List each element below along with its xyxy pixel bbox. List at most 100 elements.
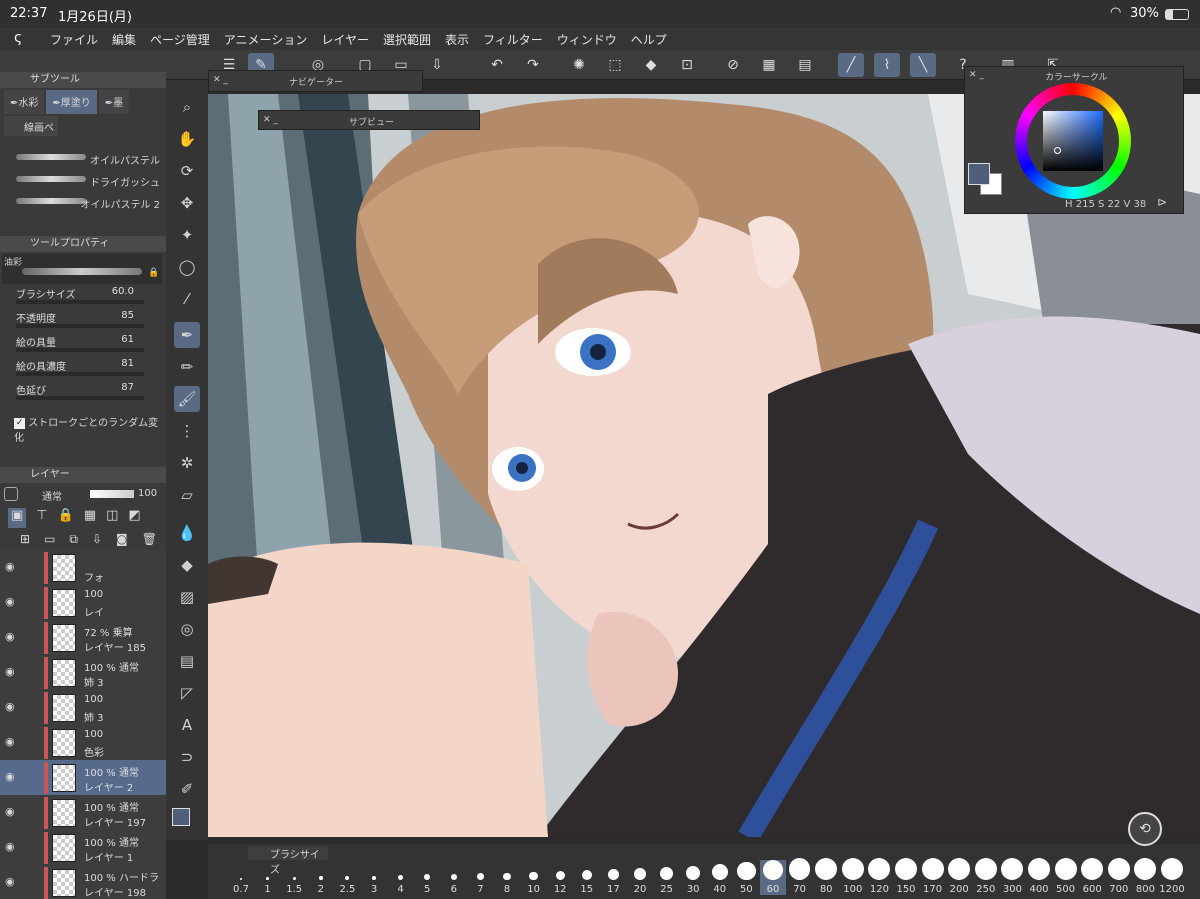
brush-size-option[interactable]: 80 [813, 858, 839, 895]
eraser-icon[interactable]: ▱ [174, 482, 200, 508]
menu-item[interactable]: ページ管理 [150, 31, 210, 48]
tab-impasto[interactable]: ✒厚塗り [46, 90, 97, 114]
eye-icon[interactable]: ◉ [5, 770, 15, 783]
menu-item[interactable]: レイヤー [321, 31, 369, 48]
deselect-icon[interactable]: ⊘ [720, 53, 746, 77]
fill-icon[interactable]: ◆ [638, 53, 664, 77]
main-color-swatch[interactable] [968, 163, 990, 185]
brush-size-option[interactable]: 400 [1026, 858, 1052, 895]
delete-icon[interactable]: 🗑 [142, 532, 157, 548]
eye-icon[interactable]: ◉ [5, 735, 15, 748]
move-icon[interactable]: ✥ [174, 190, 200, 216]
eye-icon[interactable]: ◉ [5, 665, 15, 678]
brush-size-option[interactable]: 6 [441, 873, 467, 895]
invert-selection-icon[interactable]: ▦ [756, 53, 782, 77]
layer-row[interactable]: ◉ 100 % 通常 レイヤー 197 [0, 795, 166, 831]
tab-ink[interactable]: ✒墨 [98, 90, 130, 114]
brush-size-option[interactable]: 8 [494, 872, 520, 895]
balloon-icon[interactable]: ⊃ [174, 744, 200, 770]
layer-row[interactable]: ◉ 100 % 通常 レイヤー 1 [0, 830, 166, 866]
brush-size-option[interactable]: 1.5 [281, 876, 307, 895]
lock-icon[interactable]: 🔒 [148, 268, 159, 278]
eye-icon[interactable]: ◉ [5, 875, 15, 888]
brush-size-option[interactable]: 250 [973, 858, 999, 895]
magic-wand-icon[interactable]: ✦ [174, 222, 200, 248]
brush-size-option[interactable]: 600 [1079, 858, 1105, 895]
tab-watercolor[interactable]: ✒水彩 [4, 90, 45, 114]
menu-item[interactable]: 選択範囲 [383, 31, 431, 48]
mask-icon[interactable]: ◫ [106, 508, 118, 528]
new-folder-icon[interactable]: ▭ [44, 532, 55, 548]
decoration-icon[interactable]: ✲ [174, 450, 200, 476]
brush-size-option[interactable]: 1200 [1159, 858, 1185, 895]
menu-item[interactable]: ヘルプ [631, 31, 667, 48]
layer-color-icon[interactable] [4, 487, 18, 501]
brush-size-option[interactable]: 1 [255, 877, 281, 895]
brush-item[interactable]: オイルパステル 2 [0, 192, 166, 214]
blend-mode-select[interactable]: 通常 [42, 488, 62, 503]
brush-size-option[interactable]: 40 [707, 863, 733, 895]
eye-icon[interactable]: ◉ [5, 700, 15, 713]
brush-size-option[interactable]: 100 [840, 858, 866, 895]
opacity-slider[interactable] [90, 490, 134, 498]
layer-row[interactable]: ◉ フォ [0, 550, 166, 586]
selection-icon[interactable]: ⬚ [602, 53, 628, 77]
layer-row[interactable]: ◉ 100 % ハードラ レイヤー 198 [0, 865, 166, 899]
brush-size-option[interactable]: 5 [414, 874, 440, 895]
mask-add-icon[interactable]: ◙ [116, 532, 128, 548]
property-slider[interactable] [16, 396, 144, 400]
layer-row[interactable]: ◉ 100 % 通常 レイヤー 2 [0, 760, 166, 796]
brush-size-option[interactable]: 0.7 [228, 877, 254, 895]
brush-size-option[interactable]: 10 [521, 871, 547, 895]
brush-size-option[interactable]: 170 [920, 858, 946, 895]
quick-access-icon[interactable]: ⟲ [1128, 812, 1162, 846]
clip-icon[interactable]: ▣ [8, 508, 27, 528]
brush-size-option[interactable]: 120 [866, 858, 892, 895]
eye-icon[interactable]: ◉ [5, 840, 15, 853]
clear-icon[interactable]: ▤ [792, 53, 818, 77]
eye-icon[interactable]: ◉ [5, 595, 15, 608]
brush-size-option[interactable]: 3 [361, 875, 387, 895]
saturation-square[interactable] [1043, 111, 1103, 171]
menu-item[interactable]: アニメーション [224, 31, 308, 48]
brush-item[interactable]: オイルパステル [0, 148, 166, 170]
brush-size-option[interactable]: 60 [760, 859, 786, 895]
brush-size-option[interactable]: 2 [308, 876, 334, 895]
property-slider[interactable] [16, 372, 144, 376]
menu-item[interactable]: 表示 [445, 31, 469, 48]
brush-size-option[interactable]: 20 [627, 868, 653, 895]
menu-item[interactable]: フィルター [483, 31, 543, 48]
hand-icon[interactable]: ✋ [174, 126, 200, 152]
eye-icon[interactable]: ◉ [5, 805, 15, 818]
brush-size-option[interactable]: 4 [388, 874, 414, 895]
brush-size-option[interactable]: 30 [680, 865, 706, 895]
frame-icon[interactable]: ▤ [174, 648, 200, 674]
text-icon[interactable]: A [174, 712, 200, 738]
brush-size-option[interactable]: 25 [654, 867, 680, 895]
close-icon[interactable]: ✕ _ [969, 70, 984, 80]
layer-row[interactable]: ◉ 100 姉 3 [0, 690, 166, 726]
layer-row[interactable]: ◉ 100 レイ [0, 585, 166, 621]
pencil-icon[interactable]: ✏ [174, 354, 200, 380]
layer-row[interactable]: ◉ 100 % 通常姉 3 [0, 655, 166, 691]
line-correction-icon[interactable]: ✐ [174, 776, 200, 802]
color-picker-cursor[interactable] [1054, 147, 1061, 154]
merge-icon[interactable]: ⇩ [92, 532, 102, 548]
hue-ring[interactable] [1015, 83, 1131, 199]
new-layer-icon[interactable]: ⊞ [20, 532, 30, 548]
ruler-icon[interactable]: ◸ [174, 680, 200, 706]
brush-size-option[interactable]: 500 [1053, 858, 1079, 895]
copy-layer-icon[interactable]: ⧉ [69, 532, 78, 548]
pen-stroke-icon[interactable]: ╱ [838, 53, 864, 77]
undo-icon[interactable]: ↶ [484, 53, 510, 77]
brush-size-option[interactable]: 150 [893, 858, 919, 895]
brush-size-option[interactable]: 7 [467, 873, 493, 895]
loading-icon[interactable]: ✺ [566, 53, 592, 77]
save-icon[interactable]: ⇩ [424, 53, 450, 77]
menu-item[interactable]: 編集 [112, 31, 136, 48]
brush-size-option[interactable]: 12 [547, 871, 573, 895]
pencil-stroke-icon[interactable]: ╲ [910, 53, 936, 77]
fill-bucket-icon[interactable]: ◆ [174, 552, 200, 578]
layer-row[interactable]: ◉ 100 色彩 [0, 725, 166, 761]
close-icon[interactable]: ✕ _ [263, 115, 278, 125]
